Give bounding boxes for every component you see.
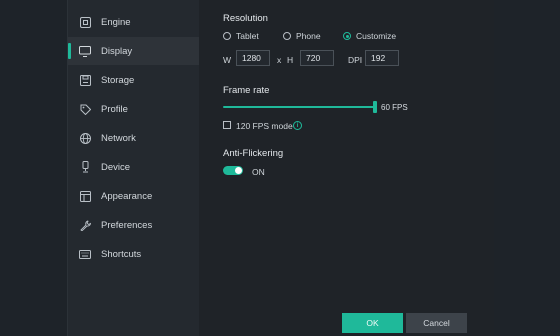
sidebar-item-network[interactable]: Network xyxy=(68,124,199,152)
sidebar-item-appearance[interactable]: Appearance xyxy=(68,182,199,210)
background-left xyxy=(0,0,67,336)
sidebar-item-engine[interactable]: Engine xyxy=(68,8,199,36)
globe-icon xyxy=(79,132,91,144)
radio-tablet[interactable]: Tablet xyxy=(223,31,259,41)
anti-flickering-toggle[interactable] xyxy=(223,166,243,175)
appearance-icon xyxy=(79,190,91,202)
storage-icon xyxy=(79,74,91,86)
radio-label: Phone xyxy=(296,31,321,41)
frame-rate-slider-track[interactable] xyxy=(223,106,375,108)
ok-button[interactable]: OK xyxy=(342,313,403,333)
fps-120-checkbox[interactable] xyxy=(223,121,231,129)
sidebar-item-label: Appearance xyxy=(101,190,153,202)
engine-icon xyxy=(79,16,91,28)
sidebar-item-label: Profile xyxy=(101,103,128,115)
sidebar-item-display[interactable]: Display xyxy=(68,37,199,65)
settings-sidebar: Engine Display Storage Profile Network D… xyxy=(68,0,199,336)
settings-panel: Resolution Tablet Phone Customize W 1280… xyxy=(199,0,494,336)
radio-circle-selected xyxy=(343,32,351,40)
cancel-button[interactable]: Cancel xyxy=(406,313,467,333)
frame-rate-title: Frame rate xyxy=(223,85,270,96)
anti-flickering-title: Anti-Flickering xyxy=(223,148,284,159)
times-label: x xyxy=(277,55,282,65)
sidebar-item-label: Preferences xyxy=(101,219,153,231)
radio-customize[interactable]: Customize xyxy=(343,31,396,41)
height-input[interactable]: 720 xyxy=(300,50,334,66)
radio-circle xyxy=(283,32,291,40)
toggle-knob xyxy=(235,167,242,174)
profile-icon xyxy=(79,103,91,115)
info-icon[interactable]: i xyxy=(293,121,302,130)
sidebar-item-label: Storage xyxy=(101,74,135,86)
dpi-label: DPI xyxy=(348,55,363,65)
sidebar-item-storage[interactable]: Storage xyxy=(68,66,199,94)
anti-flickering-state: ON xyxy=(252,167,265,177)
sidebar-item-shortcuts[interactable]: Shortcuts xyxy=(68,240,199,268)
radio-label: Tablet xyxy=(236,31,259,41)
radio-label: Customize xyxy=(356,31,397,41)
sidebar-item-label: Engine xyxy=(101,16,131,28)
display-icon xyxy=(79,45,91,57)
wrench-icon xyxy=(79,219,91,231)
height-label: H xyxy=(287,55,294,65)
frame-rate-slider-handle[interactable] xyxy=(373,101,377,113)
radio-circle xyxy=(223,32,231,40)
sidebar-item-label: Network xyxy=(101,132,136,144)
sidebar-item-device[interactable]: Device xyxy=(68,153,199,181)
keyboard-icon xyxy=(79,248,91,260)
width-input[interactable]: 1280 xyxy=(236,50,270,66)
device-icon xyxy=(79,161,91,173)
sidebar-item-label: Display xyxy=(101,45,133,57)
sidebar-item-preferences[interactable]: Preferences xyxy=(68,211,199,239)
sidebar-item-label: Device xyxy=(101,161,131,173)
radio-phone[interactable]: Phone xyxy=(283,31,321,41)
sidebar-item-label: Shortcuts xyxy=(101,248,142,260)
dpi-input[interactable]: 192 xyxy=(365,50,399,66)
resolution-title: Resolution xyxy=(223,13,268,24)
background-right xyxy=(493,0,560,336)
width-label: W xyxy=(223,55,232,65)
settings-dialog: Engine Display Storage Profile Network D… xyxy=(67,0,494,336)
sidebar-item-profile[interactable]: Profile xyxy=(68,95,199,123)
frame-rate-value: 60 FPS xyxy=(381,103,408,112)
fps-120-label: 120 FPS mode xyxy=(236,121,293,131)
